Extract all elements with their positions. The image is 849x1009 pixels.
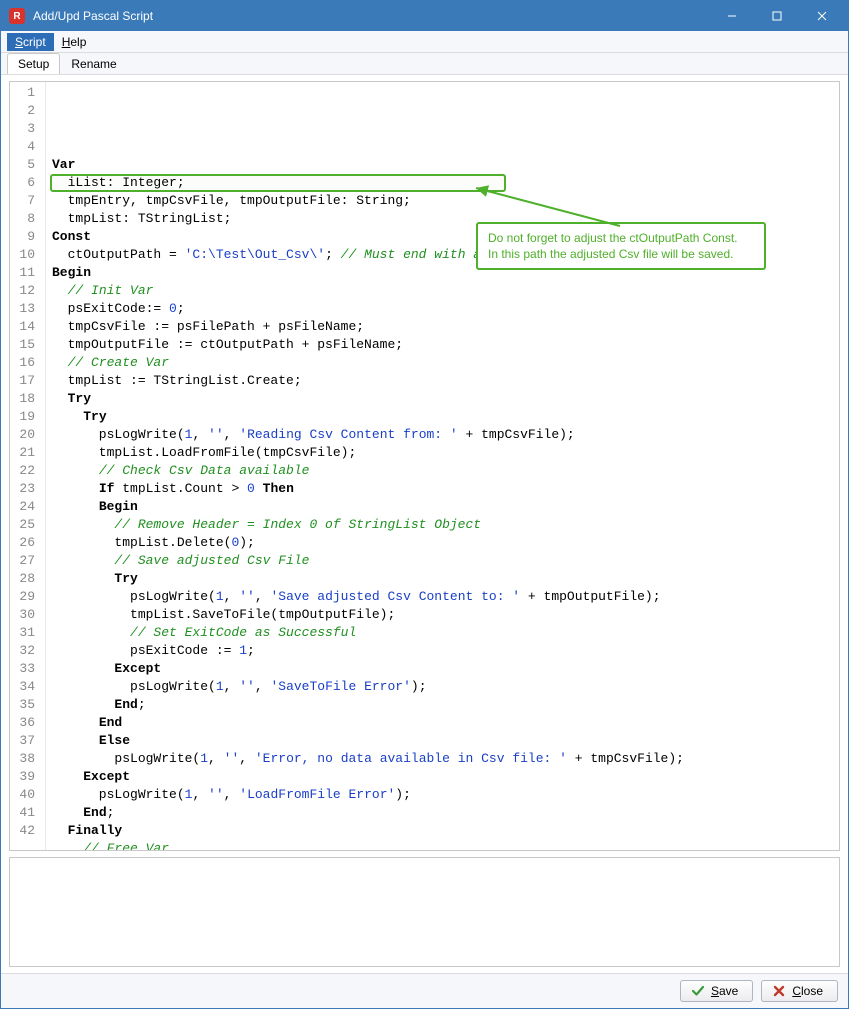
- close-window-button[interactable]: [799, 1, 844, 31]
- window-buttons: [709, 1, 844, 31]
- line-number-gutter: 1234567891011121314151617181920212223242…: [10, 82, 46, 851]
- tab-setup[interactable]: Setup: [7, 53, 60, 74]
- titlebar: R Add/Upd Pascal Script: [1, 1, 848, 31]
- close-button[interactable]: Close: [761, 980, 838, 1002]
- tabbar: Setup Rename: [1, 53, 848, 75]
- menu-script[interactable]: Script: [7, 33, 54, 51]
- save-button-label: Save: [711, 984, 738, 998]
- check-icon: [691, 984, 705, 998]
- code-editor[interactable]: 1234567891011121314151617181920212223242…: [9, 81, 840, 851]
- output-panel[interactable]: [9, 857, 840, 967]
- close-button-label: Close: [792, 984, 823, 998]
- code-text[interactable]: Var iList: Integer; tmpEntry, tmpCsvFile…: [46, 82, 839, 851]
- window-title: Add/Upd Pascal Script: [33, 9, 709, 23]
- cross-icon: [772, 984, 786, 998]
- menu-help[interactable]: Help: [54, 33, 95, 51]
- maximize-button[interactable]: [754, 1, 799, 31]
- tab-rename[interactable]: Rename: [60, 53, 127, 74]
- content-area: 1234567891011121314151617181920212223242…: [1, 75, 848, 973]
- minimize-button[interactable]: [709, 1, 754, 31]
- button-bar: Save Close: [1, 973, 848, 1008]
- app-icon: R: [9, 8, 25, 24]
- menubar: Script Help: [1, 31, 848, 53]
- save-button[interactable]: Save: [680, 980, 753, 1002]
